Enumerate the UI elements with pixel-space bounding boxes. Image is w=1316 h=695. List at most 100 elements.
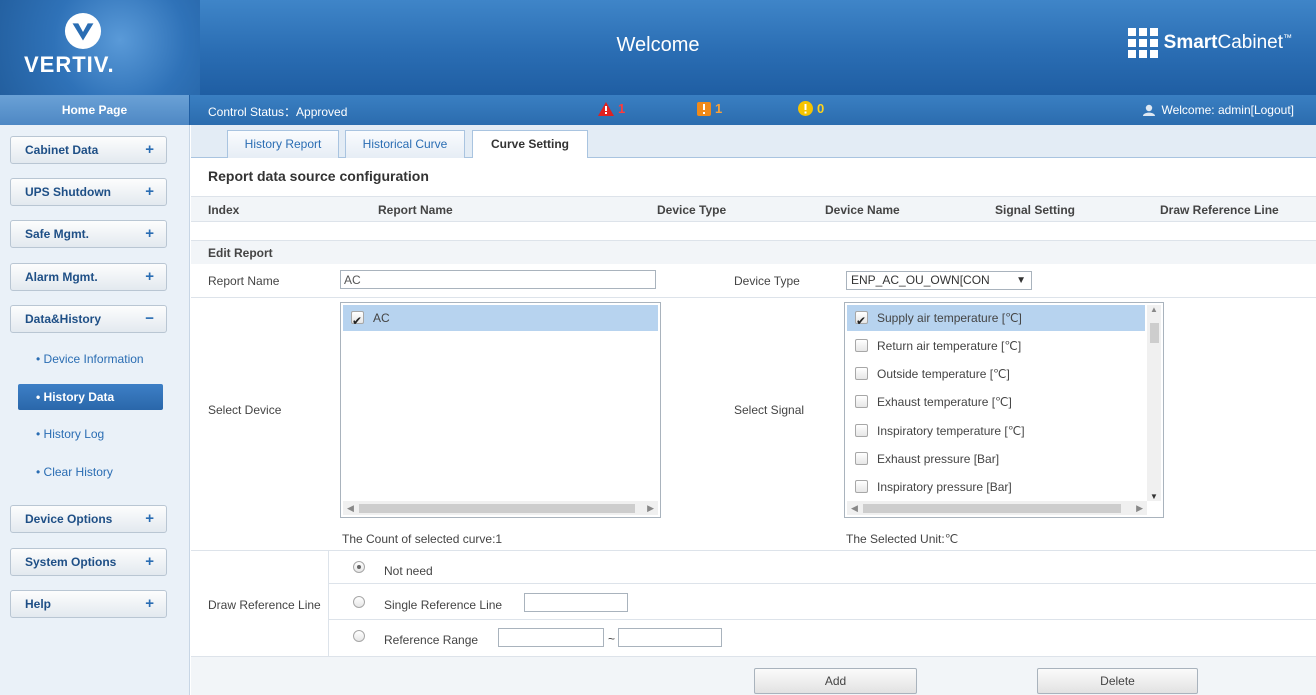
- vertical-scrollbar[interactable]: ▲ ▼: [1147, 305, 1161, 501]
- signal-option[interactable]: Outside temperature [℃]: [847, 361, 1145, 387]
- horizontal-scrollbar[interactable]: ◀ ▶: [343, 501, 658, 515]
- scroll-thumb[interactable]: [1150, 323, 1159, 343]
- expand-icon: +: [145, 510, 154, 527]
- welcome-user[interactable]: Welcome: admin[Logout]: [1142, 103, 1294, 117]
- expand-icon: +: [145, 553, 154, 570]
- tab-historical-curve[interactable]: Historical Curve: [345, 130, 465, 158]
- device-type-label: Device Type: [734, 274, 800, 288]
- signal-option[interactable]: Exhaust pressure [Bar]: [847, 446, 1145, 472]
- scroll-thumb[interactable]: [359, 504, 635, 513]
- menu-help[interactable]: Help +: [10, 590, 167, 618]
- tab-curve-setting[interactable]: Curve Setting: [472, 130, 588, 159]
- signal-option[interactable]: Return air temperature [℃]: [847, 333, 1145, 359]
- radio-single-reference-line[interactable]: [353, 596, 365, 608]
- main-panel: Report data source configuration Index R…: [191, 158, 1316, 695]
- scroll-thumb[interactable]: [863, 504, 1121, 513]
- menu-data-history[interactable]: Data&History −: [10, 305, 167, 333]
- scroll-right-icon[interactable]: ▶: [1136, 501, 1143, 515]
- add-button[interactable]: Add: [754, 668, 917, 694]
- checkbox[interactable]: [855, 424, 868, 437]
- menu-label: Help: [25, 597, 52, 611]
- smartcabinet-brand: SmartCabinet™: [1127, 28, 1292, 58]
- signal-option[interactable]: Exhaust temperature [℃]: [847, 389, 1145, 415]
- scroll-left-icon[interactable]: ◀: [851, 501, 858, 515]
- sidebar-item-device-information[interactable]: • Device Information: [18, 346, 163, 372]
- signal-option[interactable]: Supply air temperature [℃]: [847, 305, 1145, 334]
- range-from-input[interactable]: [498, 628, 604, 647]
- brand-tm: ™: [1283, 32, 1292, 43]
- option-not-need-label: Not need: [384, 564, 433, 578]
- col-index: Index: [208, 203, 240, 217]
- signal-option-label: Outside temperature [℃]: [877, 367, 1010, 381]
- scroll-left-icon[interactable]: ◀: [347, 501, 354, 515]
- critical-alarm-icon: [598, 101, 614, 116]
- scroll-up-icon[interactable]: ▲: [1150, 305, 1158, 314]
- page-title: Welcome: [616, 34, 700, 56]
- menu-device-options[interactable]: Device Options +: [10, 505, 167, 533]
- device-option-label: AC: [373, 311, 390, 325]
- menu-label: UPS Shutdown: [25, 185, 111, 199]
- dropdown-arrow-icon: ▼: [1016, 275, 1026, 286]
- minor-alarm-icon: [798, 101, 813, 116]
- section-title: Report data source configuration: [208, 168, 429, 184]
- sidebar-item-history-log[interactable]: • History Log: [18, 421, 163, 447]
- signal-option[interactable]: Inspiratory temperature [℃]: [847, 418, 1145, 444]
- checkbox[interactable]: [855, 452, 868, 465]
- col-device-type: Device Type: [657, 203, 727, 217]
- horizontal-scrollbar[interactable]: ◀ ▶: [847, 501, 1147, 515]
- brand-bold: Smart: [1163, 32, 1218, 53]
- option-reference-range-label: Reference Range: [384, 633, 479, 647]
- menu-label: System Options: [25, 555, 117, 569]
- menu-safe-mgmt[interactable]: Safe Mgmt. +: [10, 220, 167, 248]
- menu-system-options[interactable]: System Options +: [10, 548, 167, 576]
- major-alarm-indicator[interactable]: 1: [697, 101, 722, 116]
- option-single-reference-line-label: Single Reference Line: [384, 598, 503, 612]
- divider: [329, 583, 1316, 584]
- welcome-logout-link[interactable]: Welcome: admin[Logout]: [1161, 103, 1294, 117]
- single-reference-input[interactable]: [524, 593, 628, 612]
- device-option-ac[interactable]: AC: [343, 305, 658, 334]
- delete-button[interactable]: Delete: [1037, 668, 1198, 694]
- app-header: VERTIV. Welcome SmartCabinet™: [0, 0, 1316, 95]
- checkbox[interactable]: [351, 308, 364, 334]
- selected-unit: The Selected Unit:℃: [846, 532, 959, 546]
- device-listbox[interactable]: AC ◀ ▶: [340, 302, 661, 518]
- checkbox[interactable]: [855, 480, 868, 493]
- control-status: Control Status：Approved: [208, 105, 348, 119]
- tab-history-report[interactable]: History Report: [227, 130, 339, 158]
- scroll-right-icon[interactable]: ▶: [647, 501, 654, 515]
- expand-icon: +: [145, 268, 154, 285]
- radio-reference-range[interactable]: [353, 630, 365, 642]
- menu-label: Safe Mgmt.: [25, 227, 90, 241]
- collapse-icon: −: [145, 310, 154, 327]
- checkbox[interactable]: [855, 308, 868, 334]
- signal-option[interactable]: Inspiratory pressure [Bar]: [847, 474, 1145, 496]
- checkbox[interactable]: [855, 367, 868, 380]
- menu-cabinet-data[interactable]: Cabinet Data +: [10, 136, 167, 164]
- home-page-button[interactable]: Home Page: [0, 95, 190, 125]
- range-to-input[interactable]: [618, 628, 722, 647]
- report-name-label: Report Name: [208, 274, 280, 288]
- checkbox[interactable]: [855, 395, 868, 408]
- selected-curve-count: The Count of selected curve:1: [342, 532, 503, 546]
- minor-alarm-indicator[interactable]: 0: [798, 101, 824, 116]
- scroll-down-icon[interactable]: ▼: [1150, 492, 1158, 501]
- signal-option-label: Supply air temperature [℃]: [877, 311, 1022, 325]
- critical-alarm-indicator[interactable]: 1: [598, 101, 625, 116]
- draw-reference-line-label: Draw Reference Line: [208, 598, 321, 612]
- report-table-header: Index Report Name Device Type Device Nam…: [191, 196, 1316, 222]
- sidebar-item-history-data[interactable]: • History Data: [18, 384, 163, 410]
- sidebar-item-clear-history[interactable]: • Clear History: [18, 459, 163, 485]
- menu-label: Data&History: [25, 312, 102, 326]
- checkbox[interactable]: [855, 339, 868, 352]
- signal-option-label: Inspiratory pressure [Bar]: [877, 480, 1012, 494]
- edit-report-header: Edit Report: [191, 240, 1316, 264]
- report-name-input[interactable]: [340, 270, 656, 289]
- menu-alarm-mgmt[interactable]: Alarm Mgmt. +: [10, 263, 167, 291]
- signal-listbox[interactable]: Supply air temperature [℃] Return air te…: [844, 302, 1164, 518]
- menu-ups-shutdown[interactable]: UPS Shutdown +: [10, 178, 167, 206]
- device-type-select[interactable]: ENP_AC_OU_OWN[CON ▼: [846, 271, 1032, 290]
- divider: [329, 619, 1316, 620]
- col-device-name: Device Name: [825, 203, 900, 217]
- radio-not-need[interactable]: [353, 561, 365, 573]
